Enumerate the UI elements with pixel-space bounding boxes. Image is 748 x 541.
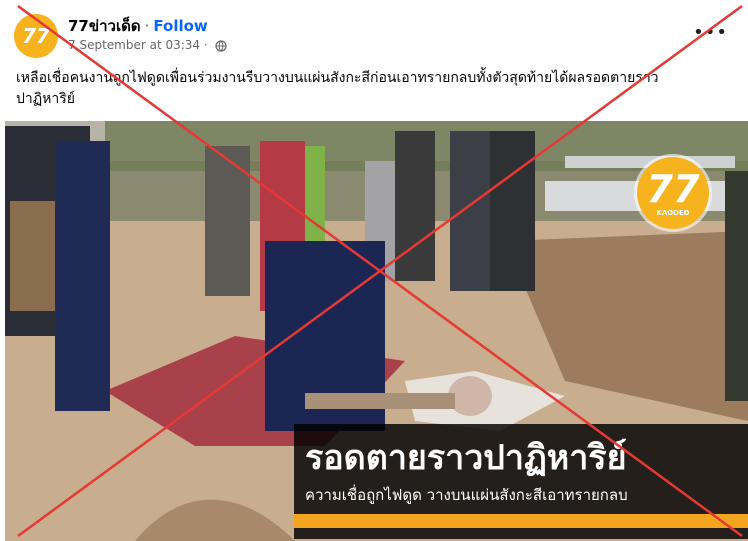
more-options-button[interactable]: •••: [693, 22, 728, 43]
logo-subtext: KAODED: [656, 209, 690, 217]
photo-subheadline: ความเชื่อถูกไฟดูด วางบนแผ่นสังกะสีเอาทรา…: [305, 486, 628, 504]
page-header-line: 77ข่าวเด็ด · Follow: [68, 14, 208, 38]
page-name-link[interactable]: 77ข่าวเด็ด: [68, 17, 141, 35]
post-timestamp[interactable]: 7 September at 03:34 ·: [68, 38, 208, 52]
facebook-post-card: 77 77ข่าวเด็ด · Follow 7 September at 03:3…: [0, 0, 748, 541]
svg-text:77: 77: [22, 24, 50, 48]
page-avatar[interactable]: 77: [14, 14, 58, 58]
photo-watermark-logo: 77 KAODED: [637, 157, 709, 229]
globe-icon: [214, 39, 227, 52]
logo-number: 77: [646, 167, 700, 211]
post-timestamp-line: 7 September at 03:34 ·: [68, 38, 227, 52]
post-photo[interactable]: 77 KAODED รอดตายราวปาฏิหาริย์ ความเชื่อถ…: [5, 121, 748, 541]
post-caption: เหลือเชื่อคนงานถูกไฟดูดเพื่อนร่วมงานรีบว…: [16, 70, 659, 107]
headline-accent-bar: [294, 514, 748, 528]
photo-headline: รอดตายราวปาฏิหาริย์: [305, 438, 627, 478]
avatar-logo-icon: 77: [14, 14, 58, 58]
header-separator: ·: [144, 17, 150, 35]
follow-button[interactable]: Follow: [153, 17, 207, 35]
